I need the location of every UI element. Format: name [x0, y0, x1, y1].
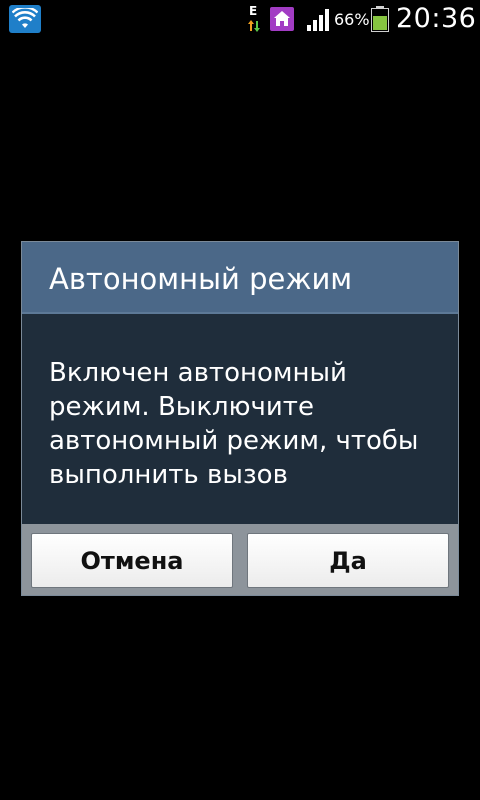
dialog-message: Включен автономный режим. Выключите авто…	[49, 358, 419, 490]
wifi-icon	[9, 5, 41, 33]
network-type-label: E	[249, 4, 258, 18]
airplane-mode-dialog: Автономный режим Включен автономный режи…	[21, 241, 459, 596]
data-arrows-icon	[248, 20, 260, 32]
ok-button[interactable]: Да	[247, 533, 449, 588]
battery-icon	[371, 6, 389, 32]
dialog-title: Автономный режим	[49, 262, 353, 296]
dialog-title-bar: Автономный режим	[22, 242, 458, 314]
mobile-data-indicator: E	[244, 4, 264, 34]
cancel-button[interactable]: Отмена	[31, 533, 233, 588]
signal-icon	[307, 9, 329, 31]
battery-percent: 66%	[334, 10, 370, 29]
clock: 20:36	[396, 3, 477, 34]
home-icon	[270, 7, 294, 31]
dialog-button-bar: Отмена Да	[22, 524, 458, 595]
status-bar: E 66% 20:36	[0, 0, 480, 38]
